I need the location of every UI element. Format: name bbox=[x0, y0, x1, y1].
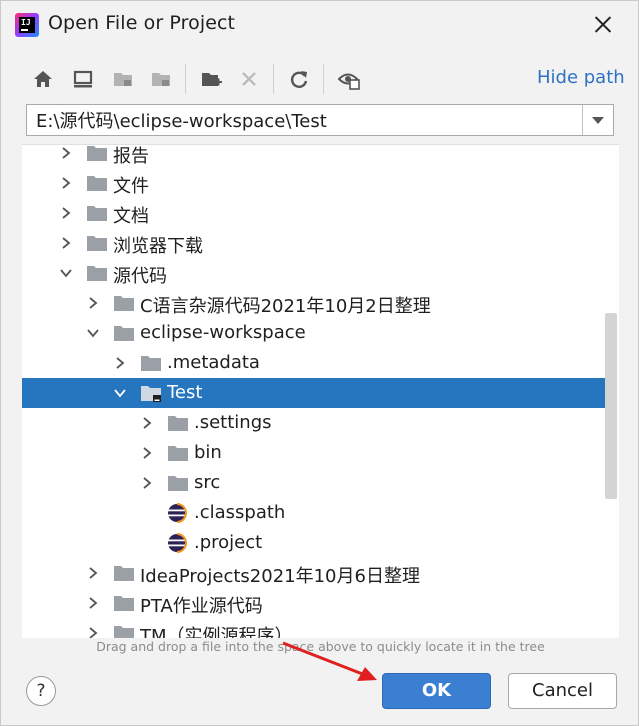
show-hidden-files-icon[interactable] bbox=[335, 65, 363, 93]
desktop-icon[interactable] bbox=[69, 65, 97, 93]
tree-item-label: .settings bbox=[194, 412, 272, 433]
chevron-down-icon[interactable] bbox=[85, 325, 101, 341]
folder-icon bbox=[113, 293, 135, 313]
tree-item-label: Test bbox=[167, 382, 203, 403]
module-folder-icon bbox=[147, 65, 175, 93]
path-combobox bbox=[26, 104, 614, 136]
tree-item-label: 文件 bbox=[113, 176, 149, 197]
new-folder-icon[interactable] bbox=[197, 65, 225, 93]
tree-item-label: C语言杂源代码2021年10月2日整理 bbox=[140, 296, 431, 317]
home-icon[interactable] bbox=[29, 65, 57, 93]
folder-icon bbox=[86, 173, 108, 193]
scrollbar-thumb[interactable] bbox=[605, 313, 617, 499]
chevron-down-icon[interactable] bbox=[112, 385, 128, 401]
folder-icon bbox=[113, 563, 135, 583]
toolbar-separator bbox=[185, 64, 186, 94]
chevron-down-icon[interactable] bbox=[58, 265, 74, 281]
toolbar-separator bbox=[273, 64, 274, 94]
red-arrow-annotation bbox=[282, 641, 377, 681]
tree-item-label: 报告 bbox=[113, 146, 149, 167]
cancel-button[interactable]: Cancel bbox=[508, 673, 617, 709]
tree-row[interactable]: 浏览器下载 bbox=[22, 228, 605, 258]
tree-item-label: bin bbox=[194, 442, 222, 463]
tree-row[interactable]: .settings bbox=[22, 408, 605, 438]
help-button[interactable]: ? bbox=[26, 676, 56, 706]
tree-row[interactable]: .classpath bbox=[22, 498, 605, 528]
folder-icon bbox=[86, 145, 108, 163]
tree-row[interactable]: eclipse-workspace bbox=[22, 318, 605, 348]
tree-item-label: src bbox=[194, 472, 221, 493]
title-bar: IJ Open File or Project bbox=[1, 1, 638, 49]
ok-button[interactable]: OK bbox=[382, 673, 491, 709]
chevron-right-icon[interactable] bbox=[85, 565, 101, 581]
hide-path-link[interactable]: Hide path bbox=[537, 67, 625, 88]
folder-icon bbox=[113, 623, 135, 638]
delete-icon bbox=[235, 65, 263, 93]
close-icon[interactable] bbox=[589, 11, 617, 39]
chevron-right-icon[interactable] bbox=[139, 445, 155, 461]
toolbar-separator bbox=[323, 64, 324, 94]
file-tree[interactable]: TM（实例源程序） PTA作业源代码 IdeaProjects2021年10月6日整… bbox=[22, 144, 619, 638]
tree-row[interactable]: 文档 bbox=[22, 198, 605, 228]
tree-row[interactable]: 源代码 bbox=[22, 258, 605, 288]
tree-item-label: TM（实例源程序） bbox=[140, 626, 293, 638]
tree-row[interactable]: .metadata bbox=[22, 348, 605, 378]
tree-item-label: .project bbox=[194, 532, 263, 553]
eclipse-file-icon bbox=[167, 503, 189, 523]
intellij-logo-icon: IJ bbox=[15, 13, 39, 37]
tree-item-label: IdeaProjects2021年10月6日整理 bbox=[140, 566, 420, 587]
folder-icon bbox=[86, 203, 108, 223]
project-folder-icon bbox=[109, 65, 137, 93]
dialog-window: IJ Open File or Project Hide path E:\源代码… bbox=[0, 0, 639, 726]
path-input[interactable] bbox=[27, 105, 579, 135]
tree-row[interactable]: 报告 bbox=[22, 145, 605, 168]
chevron-right-icon[interactable] bbox=[85, 595, 101, 611]
tree-item-label: PTA作业源代码 bbox=[140, 596, 263, 617]
tree-row[interactable]: PTA作业源代码 bbox=[22, 588, 605, 618]
tree-row[interactable]: 文件 bbox=[22, 168, 605, 198]
tree-row[interactable]: TM（实例源程序） bbox=[22, 618, 605, 638]
tree-item-label: 文档 bbox=[113, 206, 149, 227]
dialog-title: Open File or Project bbox=[48, 12, 236, 34]
folder-icon bbox=[86, 233, 108, 253]
tree-item-label: 源代码 bbox=[113, 266, 167, 287]
chevron-right-icon[interactable] bbox=[58, 175, 74, 191]
tree-row[interactable]: Test bbox=[22, 378, 605, 408]
tree-item-label: eclipse-workspace bbox=[140, 322, 306, 343]
tree-row[interactable]: .project bbox=[22, 528, 605, 558]
folder-icon bbox=[86, 263, 108, 283]
chevron-right-icon[interactable] bbox=[58, 205, 74, 221]
chevron-right-icon[interactable] bbox=[112, 355, 128, 371]
folder-icon bbox=[140, 353, 162, 373]
tree-row[interactable]: C语言杂源代码2021年10月2日整理 bbox=[22, 288, 605, 318]
project-folder-icon bbox=[140, 383, 162, 403]
folder-icon bbox=[113, 593, 135, 613]
tree-item-label: .classpath bbox=[194, 502, 286, 523]
chevron-right-icon[interactable] bbox=[139, 415, 155, 431]
eclipse-file-icon bbox=[167, 533, 189, 553]
folder-icon bbox=[167, 413, 189, 433]
tree-item-label: .metadata bbox=[167, 352, 260, 373]
tree-item-label: 浏览器下载 bbox=[113, 236, 203, 257]
chevron-right-icon[interactable] bbox=[58, 235, 74, 251]
tree-row[interactable]: src bbox=[22, 468, 605, 498]
chevron-right-icon[interactable] bbox=[85, 295, 101, 311]
folder-icon bbox=[167, 473, 189, 493]
folder-icon bbox=[113, 323, 135, 343]
chevron-down-icon[interactable] bbox=[582, 105, 614, 135]
tree-row[interactable]: IdeaProjects2021年10月6日整理 bbox=[22, 558, 605, 588]
folder-icon bbox=[167, 443, 189, 463]
tree-row[interactable]: bin bbox=[22, 438, 605, 468]
refresh-icon[interactable] bbox=[285, 65, 313, 93]
chevron-right-icon[interactable] bbox=[58, 145, 74, 161]
chevron-right-icon[interactable] bbox=[139, 475, 155, 491]
chevron-right-icon[interactable] bbox=[85, 625, 101, 638]
